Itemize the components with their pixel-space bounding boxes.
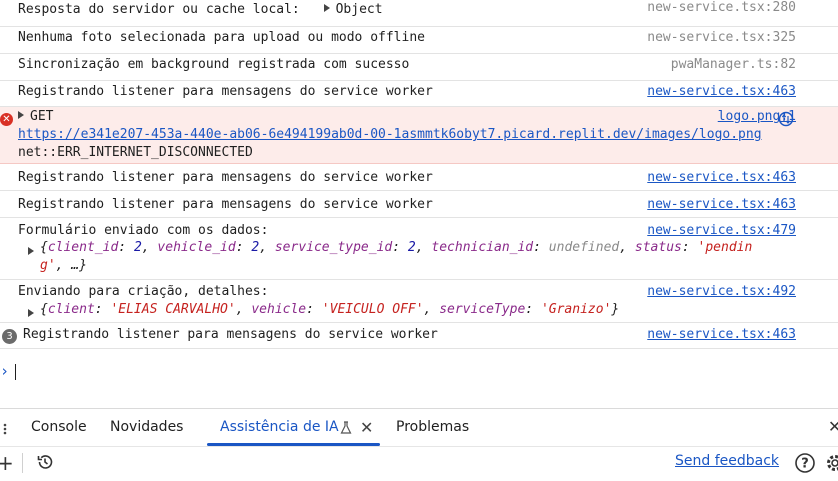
history-icon[interactable] xyxy=(36,453,54,471)
log-message: Resposta do servidor ou cache local: xyxy=(18,2,300,17)
repeat-count-badge: 3 xyxy=(2,329,17,344)
settings-gear-icon[interactable] xyxy=(824,452,838,474)
expand-caret-icon[interactable] xyxy=(18,111,24,119)
object-preview[interactable]: {client: 'ELIAS CARVALHO', vehicle: 'VEI… xyxy=(40,302,619,317)
log-row: Registrando listener para mensagens do s… xyxy=(0,191,838,218)
log-row: Registrando listener para mensagens do s… xyxy=(0,164,838,191)
more-tabs-icon[interactable] xyxy=(2,423,8,435)
network-request-icon[interactable] xyxy=(778,111,794,127)
log-row: Registrando listener para mensagens do s… xyxy=(0,81,838,107)
source-link[interactable]: new-service.tsx:492 xyxy=(647,284,796,299)
log-message: Formulário enviado com os dados: xyxy=(18,223,268,238)
expand-caret-icon[interactable] xyxy=(28,247,34,255)
svg-text:?: ? xyxy=(801,457,809,472)
object-preview[interactable]: Object xyxy=(336,2,383,17)
request-method: GET xyxy=(30,109,53,124)
log-row: Formulário enviado com os dados: new-ser… xyxy=(0,218,838,280)
error-icon: ✕ xyxy=(0,113,13,126)
tab-novidades[interactable]: Novidades xyxy=(110,419,183,435)
log-row: Nenhuma foto selecionada para upload ou … xyxy=(0,27,838,54)
prompt-chevron-icon: › xyxy=(0,362,9,380)
error-detail: net::ERR_INTERNET_DISCONNECTED xyxy=(18,145,253,160)
source-link[interactable]: new-service.tsx:463 xyxy=(647,84,796,99)
object-preview[interactable]: {client_id: 2, vehicle_id: 2, service_ty… xyxy=(40,240,752,255)
add-icon[interactable]: + xyxy=(0,451,14,475)
help-icon[interactable]: ? xyxy=(794,452,816,474)
log-message: Nenhuma foto selecionada para upload ou … xyxy=(18,30,425,45)
log-message: Enviando para criação, detalhes: xyxy=(18,284,268,299)
log-row: Resposta do servidor ou cache local: Obj… xyxy=(0,0,838,27)
source-link[interactable]: new-service.tsx:463 xyxy=(647,327,796,342)
log-message: Registrando listener para mensagens do s… xyxy=(18,84,433,99)
close-drawer-icon[interactable]: ✕ xyxy=(828,417,838,436)
tab-assistencia-ia[interactable]: Assistência de IA xyxy=(220,419,339,435)
source-link[interactable]: new-service.tsx:463 xyxy=(647,197,796,212)
log-row: Sincronização em background registrada c… xyxy=(0,54,838,81)
log-message: Registrando listener para mensagens do s… xyxy=(18,197,433,212)
tab-console[interactable]: Console xyxy=(31,419,87,435)
ai-toolbar: + Send feedback ? xyxy=(0,446,838,481)
source-link[interactable]: pwaManager.ts:82 xyxy=(671,57,796,72)
send-feedback-link[interactable]: Send feedback xyxy=(675,453,779,469)
source-link[interactable]: new-service.tsx:479 xyxy=(647,223,796,238)
error-row: ✕ GET logo.png:1 https://e341e207-453a-4… xyxy=(0,107,838,164)
tab-problemas[interactable]: Problemas xyxy=(396,419,469,435)
console-log: Resposta do servidor ou cache local: Obj… xyxy=(0,0,838,408)
log-row: Enviando para criação, detalhes: new-ser… xyxy=(0,280,838,323)
drawer-tabs: Console Novidades Assistência de IA ✕ Pr… xyxy=(0,409,838,446)
experiment-flask-icon xyxy=(340,421,352,435)
console-input[interactable] xyxy=(15,364,16,380)
close-tab-icon[interactable]: ✕ xyxy=(360,418,373,437)
expand-caret-icon[interactable] xyxy=(28,309,34,317)
request-url[interactable]: https://e341e207-453a-440e-ab06-6e494199… xyxy=(18,127,762,142)
expand-caret-icon[interactable] xyxy=(324,4,330,12)
log-message: Sincronização em background registrada c… xyxy=(18,57,409,72)
source-link[interactable]: new-service.tsx:280 xyxy=(647,0,796,15)
log-message: Registrando listener para mensagens do s… xyxy=(18,170,433,185)
log-row: 3 Registrando listener para mensagens do… xyxy=(0,323,838,349)
toolbar-divider xyxy=(22,453,23,473)
log-message: Registrando listener para mensagens do s… xyxy=(23,327,438,342)
source-link[interactable]: new-service.tsx:325 xyxy=(647,30,796,45)
source-link[interactable]: new-service.tsx:463 xyxy=(647,170,796,185)
